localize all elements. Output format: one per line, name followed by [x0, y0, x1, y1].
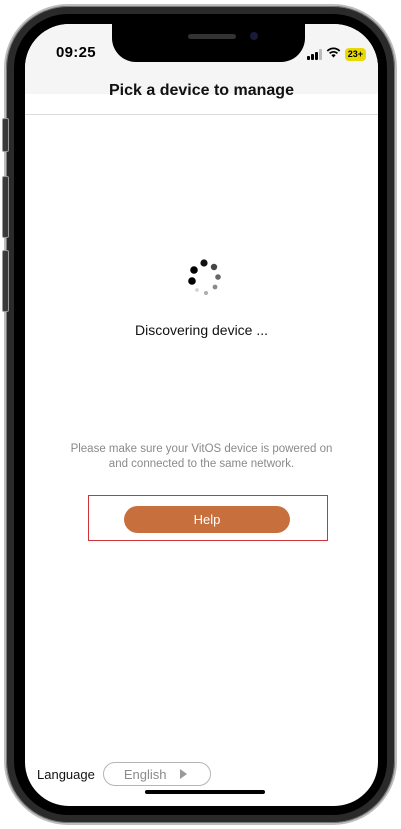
mute-switch	[2, 118, 9, 152]
help-button[interactable]: Help	[124, 506, 290, 533]
home-indicator[interactable]	[145, 790, 265, 794]
status-icons: 23+	[306, 45, 366, 63]
status-bar: 09:25 23+ Pick a device to manage	[25, 24, 378, 99]
language-row: Language English	[37, 762, 211, 786]
signal-icon	[306, 48, 322, 60]
chevron-right-icon	[180, 769, 188, 779]
phone-screen: 09:25 23+ Pick a device to manage Discov…	[25, 24, 378, 806]
battery-icon: 23+	[344, 47, 366, 61]
volume-down-button	[2, 250, 9, 312]
header-divider	[25, 114, 378, 115]
discovering-status: Discovering device ...	[134, 322, 269, 338]
connection-hint: Please make sure your VitOS device is po…	[45, 442, 358, 472]
page-title: Pick a device to manage	[109, 82, 294, 99]
hint-line-2: and connected to the same network.	[108, 458, 295, 470]
wifi-icon	[326, 45, 341, 63]
front-camera	[250, 32, 258, 40]
loading-spinner-icon	[184, 258, 224, 298]
volume-up-button	[2, 176, 9, 238]
language-selector[interactable]: English	[102, 762, 211, 786]
hint-line-1: Please make sure your VitOS device is po…	[70, 443, 333, 455]
speaker-grille	[188, 34, 236, 39]
language-label: Language	[37, 766, 95, 782]
language-value: English	[123, 766, 167, 782]
screenshot-stage: 09:25 23+ Pick a device to manage Discov…	[0, 0, 401, 829]
status-time: 09:25	[56, 44, 96, 61]
notch	[112, 24, 305, 62]
